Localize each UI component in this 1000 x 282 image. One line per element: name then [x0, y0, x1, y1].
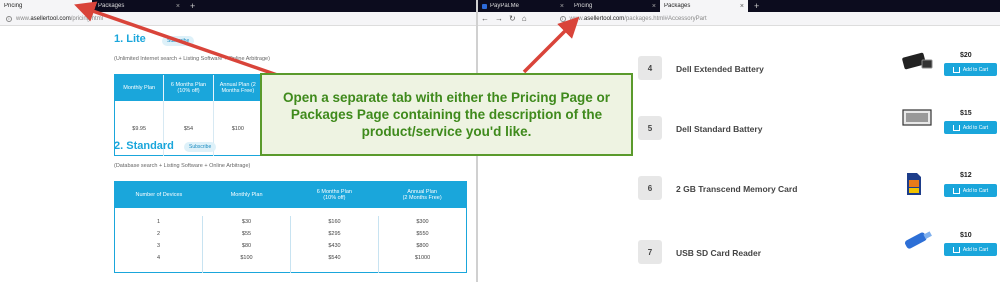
table-cell: $1000: [414, 255, 431, 261]
column-header: 6 Months Plan (10% off): [316, 189, 352, 201]
table-header: Number of Devices Monthly Plan 6 Months …: [115, 182, 466, 208]
forward-arrow-icon[interactable]: →: [495, 14, 503, 23]
info-icon[interactable]: i: [559, 15, 566, 22]
column-header: Monthly Plan: [230, 192, 263, 198]
product-name: Dell Extended Battery: [676, 64, 764, 74]
tab-paypal[interactable]: PayPal.Me ×: [478, 0, 568, 12]
close-tab-icon[interactable]: ×: [652, 3, 656, 10]
card-reader-icon: [904, 231, 932, 249]
table-cell: 1: [156, 219, 161, 225]
table-cell: $100: [214, 101, 263, 156]
tab-packages[interactable]: Packages ×: [94, 0, 184, 12]
battery-icon: [902, 52, 933, 70]
close-tab-icon[interactable]: ×: [84, 3, 88, 10]
table-cell: 3: [156, 243, 161, 249]
column-header: Annual Plan (2 Months Free): [214, 75, 263, 101]
product-price: $10: [960, 232, 972, 239]
add-to-cart-button[interactable]: Add to Cart: [944, 184, 997, 197]
cart-icon: [952, 124, 960, 131]
cart-icon: [952, 66, 960, 73]
product-number: 6: [638, 176, 662, 200]
tab-pricing[interactable]: Pricing ×: [570, 0, 660, 12]
column-header: Number of Devices: [135, 192, 183, 198]
table-cell: $430: [328, 243, 341, 249]
add-to-cart-button[interactable]: Add to Cart: [944, 63, 997, 76]
address-bar[interactable]: i www.asellertool.com/pricing.html: [0, 12, 476, 26]
tab-bar: PayPal.Me × Pricing × Packages × +: [478, 0, 1000, 12]
tab-pricing[interactable]: Pricing ×: [0, 0, 92, 12]
table-cell: $300: [416, 219, 429, 225]
product-number: 7: [638, 240, 662, 264]
tab-bar: Pricing × Packages × +: [0, 0, 476, 12]
tab-packages[interactable]: Packages ×: [660, 0, 748, 12]
product-name: USB SD Card Reader: [676, 248, 762, 258]
reload-icon[interactable]: ↻: [509, 14, 516, 23]
paypal-favicon-icon: [482, 3, 487, 9]
url-text[interactable]: www.asellertool.com/packages.html#Access…: [570, 16, 707, 22]
table-cell: $550: [416, 231, 429, 237]
six-months-column: $160 $295 $430 $540: [291, 216, 379, 273]
lite-plan-title: 1. Lite: [114, 33, 146, 45]
table-cell: $30: [241, 219, 252, 225]
back-arrow-icon[interactable]: ←: [481, 14, 489, 23]
annual-column: $300 $550 $800 $1000: [379, 216, 466, 273]
table-cell: $540: [328, 255, 341, 261]
callout-text: Open a separate tab with either the Pric…: [282, 90, 611, 139]
standard-pricing-table: Number of Devices Monthly Plan 6 Months …: [114, 181, 467, 273]
sd-card-icon: [907, 173, 921, 195]
close-tab-icon[interactable]: ×: [740, 3, 744, 10]
devices-column: 1 2 3 4: [115, 216, 203, 273]
table-cell: $800: [416, 243, 429, 249]
address-bar[interactable]: ← → ↻ ⌂ i www.asellertool.com/packages.h…: [478, 12, 1000, 26]
standard-plan-description: (Database search + Listing Software + On…: [114, 163, 251, 169]
instruction-callout: Open a separate tab with either the Pric…: [260, 73, 633, 156]
add-to-cart-button[interactable]: Add to Cart: [944, 121, 997, 134]
new-tab-button[interactable]: +: [190, 0, 195, 12]
lite-subscribe-button[interactable]: Subscribe: [162, 36, 195, 46]
lite-plan-description: (Unlimited Internet search + Listing Sof…: [114, 56, 270, 62]
product-row: 6 2 GB Transcend Memory Card $12 Add to …: [478, 172, 1000, 216]
home-icon[interactable]: ⌂: [522, 14, 527, 23]
close-tab-icon[interactable]: ×: [560, 3, 564, 10]
monthly-column: $30 $55 $80 $100: [203, 216, 291, 273]
standard-plan-title: 2. Standard: [114, 140, 174, 152]
product-name: Dell Standard Battery: [676, 124, 763, 134]
table-cell: $160: [328, 219, 341, 225]
add-to-cart-button[interactable]: Add to Cart: [944, 243, 997, 256]
table-header: Monthly Plan 6 Months Plan (10% off) Ann…: [115, 75, 263, 101]
product-price: $15: [960, 110, 972, 117]
battery-icon: [902, 109, 932, 126]
table-cell: $80: [241, 243, 252, 249]
product-number: 4: [638, 56, 662, 80]
cart-icon: [952, 187, 960, 194]
table-cell: $100: [240, 255, 253, 261]
product-name: 2 GB Transcend Memory Card: [676, 184, 798, 194]
standard-subscribe-button[interactable]: Subscribe: [184, 142, 217, 152]
new-tab-button[interactable]: +: [754, 0, 759, 12]
table-cell: $55: [241, 231, 252, 237]
column-header: Annual Plan (2 Months Free): [402, 189, 442, 201]
product-row: 7 USB SD Card Reader $10 Add to Cart: [478, 231, 1000, 280]
product-number: 5: [638, 116, 662, 140]
close-tab-icon[interactable]: ×: [176, 3, 180, 10]
product-price: $20: [960, 52, 972, 59]
info-icon[interactable]: i: [6, 15, 12, 22]
table-body: 1 2 3 4 $30 $55 $80 $100 $160 $295 $430 …: [115, 208, 466, 273]
table-cell: $295: [328, 231, 341, 237]
product-price: $12: [960, 172, 972, 179]
cart-icon: [952, 246, 960, 253]
table-cell: 2: [156, 231, 161, 237]
table-cell: 4: [156, 255, 161, 261]
column-header: Monthly Plan: [115, 75, 165, 101]
url-text[interactable]: www.asellertool.com/pricing.html: [16, 16, 103, 22]
column-header: 6 Months Plan (10% off): [164, 75, 214, 101]
